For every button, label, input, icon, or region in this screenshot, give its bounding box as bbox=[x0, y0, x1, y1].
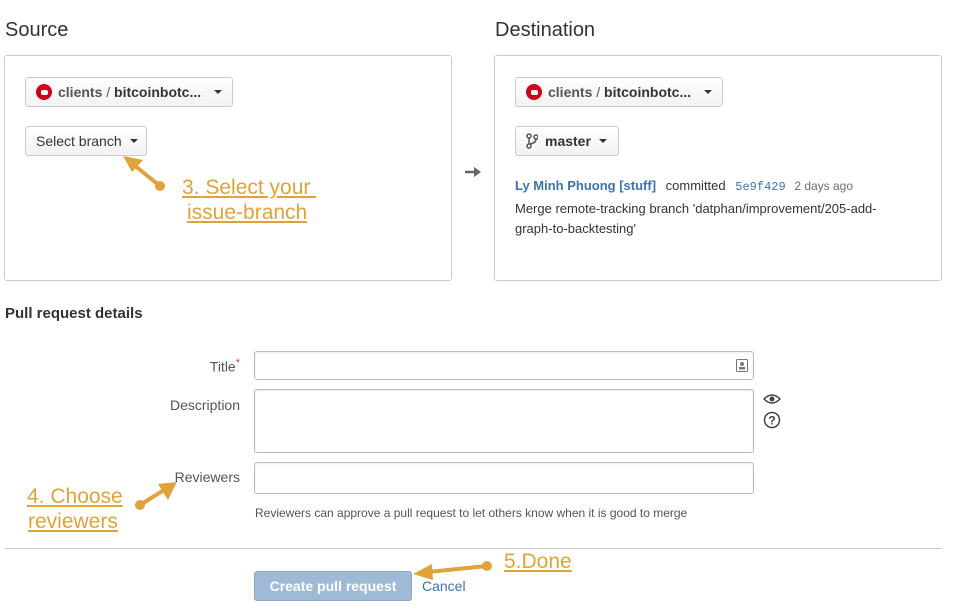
destination-repo-name: bitcoinbotc... bbox=[604, 84, 692, 100]
step5-arrow-shaft bbox=[427, 564, 488, 574]
repo-icon bbox=[526, 84, 542, 100]
chevron-down-icon bbox=[704, 90, 712, 94]
cancel-link[interactable]: Cancel bbox=[422, 578, 466, 594]
destination-repo-separator: / bbox=[592, 84, 605, 100]
annotation-step5: 5.Done bbox=[504, 550, 572, 573]
title-label: Title* bbox=[80, 357, 240, 375]
description-label: Description bbox=[169, 397, 240, 413]
reviewers-help-text: Reviewers can approve a pull request to … bbox=[255, 506, 688, 520]
annotation-step3-line2: issue-branch bbox=[187, 201, 308, 224]
commit-hash[interactable]: 5e9f429 bbox=[735, 180, 785, 194]
chevron-down-icon bbox=[214, 90, 222, 94]
source-repo-separator: / bbox=[102, 84, 115, 100]
branch-icon bbox=[526, 133, 538, 149]
commit-message-line: graph-to-backtesting' bbox=[515, 221, 636, 236]
eye-icon[interactable] bbox=[763, 392, 781, 406]
chevron-down-icon bbox=[129, 139, 138, 143]
step5-arrow-dot bbox=[482, 561, 492, 571]
chevron-down-icon bbox=[598, 139, 607, 143]
reviewers-label: Reviewers bbox=[174, 469, 240, 485]
destination-heading: Destination bbox=[495, 19, 596, 41]
source-heading: Source bbox=[5, 19, 69, 41]
destination-branch-label: master bbox=[545, 133, 591, 149]
step4-arrow-shaft bbox=[138, 488, 166, 507]
select-branch-button[interactable]: Select branch bbox=[25, 126, 147, 156]
repo-icon bbox=[36, 84, 52, 100]
commit-summary: Ly Minh Phuong [stuff] committed 5e9f429… bbox=[515, 178, 853, 194]
commit-message: Merge remote-tracking branch 'datphan/im… bbox=[515, 199, 877, 239]
pull-request-details-heading: Pull request details bbox=[5, 305, 143, 322]
destination-repo-org: clients bbox=[548, 84, 593, 100]
step4-arrow-dot bbox=[135, 500, 145, 510]
commit-author[interactable]: Ly Minh Phuong [stuff] bbox=[515, 178, 656, 193]
title-input[interactable] bbox=[254, 351, 754, 380]
commit-time: 2 days ago bbox=[794, 179, 854, 193]
annotation-step3-line1: 3. Select your bbox=[182, 176, 317, 199]
source-repo-selector[interactable]: clients / bitcoinbotc... bbox=[25, 77, 233, 107]
svg-text:?: ? bbox=[768, 414, 775, 428]
form-divider bbox=[5, 548, 942, 549]
commit-message-line: Merge remote-tracking branch 'datphan/im… bbox=[515, 201, 877, 216]
description-textarea[interactable] bbox=[254, 389, 754, 453]
annotation-step4-line2: reviewers bbox=[28, 510, 118, 533]
destination-branch-selector[interactable]: master bbox=[515, 126, 619, 156]
annotation-step4-line1: 4. Choose bbox=[27, 485, 123, 508]
required-mark: * bbox=[235, 357, 240, 369]
help-icon[interactable]: ? bbox=[763, 411, 781, 429]
arrow-right-icon bbox=[465, 167, 481, 177]
commit-action: committed bbox=[665, 178, 726, 193]
select-branch-label: Select branch bbox=[36, 133, 122, 149]
title-label-text: Title bbox=[209, 358, 236, 375]
source-repo-org: clients bbox=[58, 84, 103, 100]
reviewers-input[interactable] bbox=[254, 462, 754, 494]
destination-repo-selector[interactable]: clients / bitcoinbotc... bbox=[515, 77, 723, 107]
create-pull-request-button[interactable]: Create pull request bbox=[254, 571, 412, 601]
source-repo-name: bitcoinbotc... bbox=[114, 84, 202, 100]
contact-card-icon bbox=[736, 359, 748, 372]
